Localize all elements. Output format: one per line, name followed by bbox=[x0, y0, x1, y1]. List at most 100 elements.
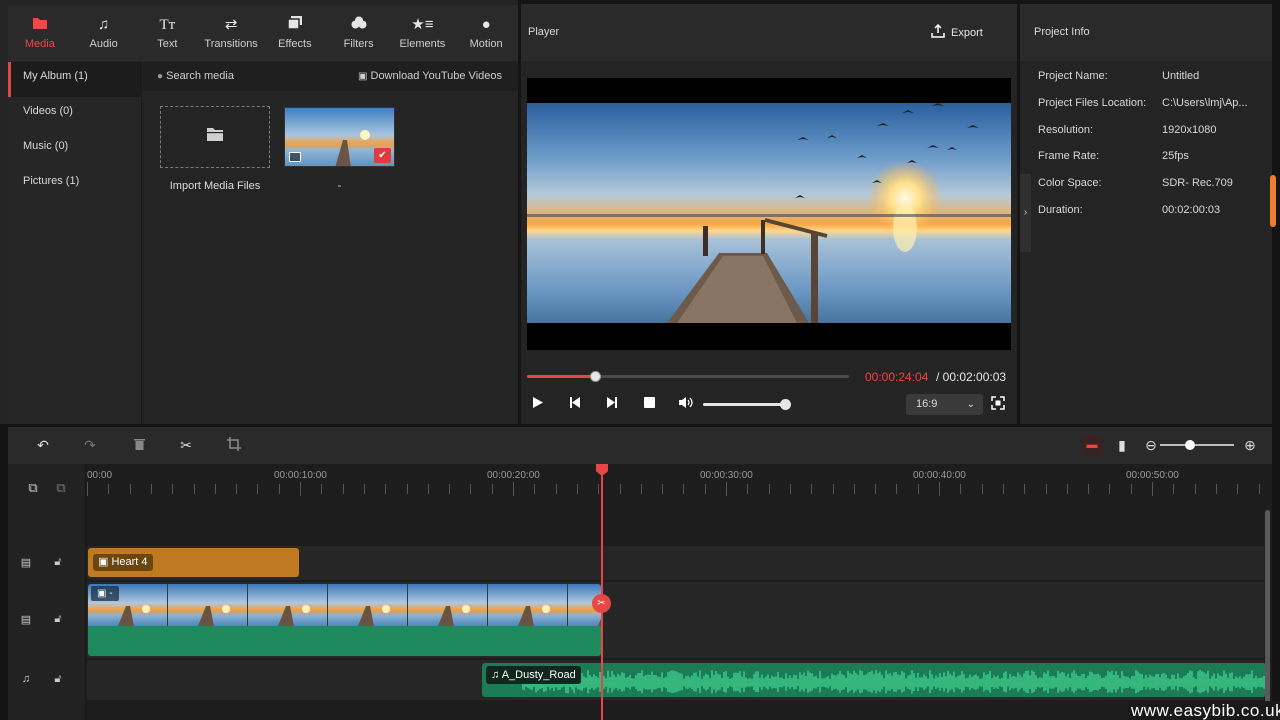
media-thumbnail[interactable]: ✔ bbox=[284, 107, 395, 167]
ruler-tick bbox=[491, 484, 493, 494]
player-title: Player bbox=[528, 26, 560, 38]
fullscreen-button[interactable] bbox=[991, 396, 1009, 414]
ruler-tick bbox=[704, 484, 706, 494]
undo-button[interactable]: ↶ bbox=[34, 437, 52, 455]
playhead[interactable] bbox=[601, 464, 603, 720]
ruler-tick bbox=[406, 484, 408, 494]
play-button[interactable] bbox=[528, 396, 548, 414]
volume-button[interactable] bbox=[676, 396, 696, 414]
aspect-ratio-select[interactable]: 16:9 ⌄ bbox=[906, 394, 983, 415]
lock-track-button[interactable]: 🔓︎ bbox=[50, 673, 66, 687]
ruler-tick bbox=[896, 484, 898, 494]
redo-button[interactable]: ↷ bbox=[81, 437, 99, 455]
tab-motion[interactable]: ● Motion bbox=[454, 5, 518, 61]
export-button[interactable]: Export bbox=[931, 23, 983, 41]
film-icon: ▤ bbox=[20, 557, 32, 569]
app-window: Media ♫ Audio Tт Text ⇄ Transitions Effe… bbox=[0, 0, 1280, 720]
ruler-tick bbox=[236, 484, 238, 494]
add-track-icon: ⧉ bbox=[28, 480, 38, 495]
lock-track-button[interactable]: 🔓︎ bbox=[50, 613, 66, 627]
ruler-label: 00:00:50:00 bbox=[1126, 470, 1179, 481]
info-value-duration: 00:02:00:03 bbox=[1162, 204, 1221, 216]
video-preview[interactable] bbox=[527, 78, 1011, 350]
timeline-scrollbar[interactable] bbox=[1265, 510, 1270, 706]
ruler-tick bbox=[1088, 484, 1090, 494]
tab-media[interactable]: Media bbox=[8, 5, 72, 61]
add-track-button[interactable]: ⧉ bbox=[25, 480, 41, 495]
tab-audio[interactable]: ♫ Audio bbox=[72, 5, 136, 61]
timeline-toolbar: ↶ ↷ ✂ ▬ ▮ ⊖ ⊕ bbox=[8, 427, 1272, 464]
previous-frame-button[interactable] bbox=[565, 396, 585, 414]
ruler-tick bbox=[1237, 484, 1239, 494]
import-media-button[interactable] bbox=[160, 106, 270, 168]
elements-icon: ★≡ bbox=[411, 16, 434, 33]
ruler-tick bbox=[683, 484, 685, 494]
ruler-tick bbox=[1130, 484, 1132, 494]
image-icon: ▣ bbox=[97, 588, 107, 599]
tab-text[interactable]: Tт Text bbox=[136, 5, 200, 61]
ruler-tick bbox=[832, 484, 834, 494]
remove-track-button[interactable]: ⧉ bbox=[53, 480, 69, 495]
zoom-out-button[interactable]: ⊖ bbox=[1142, 437, 1160, 455]
export-icon bbox=[931, 23, 945, 41]
folder-icon bbox=[32, 16, 48, 34]
crop-button[interactable] bbox=[225, 437, 243, 455]
ruler-tick bbox=[342, 484, 344, 494]
tab-elements[interactable]: ★≡ Elements bbox=[391, 5, 455, 61]
ruler-tick bbox=[385, 484, 387, 494]
video-clip-thumbnails bbox=[88, 584, 601, 626]
ruler-tick bbox=[1066, 484, 1068, 494]
info-value-resolution: 1920x1080 bbox=[1162, 124, 1217, 136]
snap-toggle[interactable]: ▬ bbox=[1082, 435, 1102, 455]
zoom-in-button[interactable]: ⊕ bbox=[1241, 437, 1259, 455]
fullscreen-icon bbox=[991, 396, 1005, 410]
playback-progress-knob[interactable] bbox=[589, 371, 601, 382]
video-clip[interactable]: ▣ - bbox=[88, 584, 601, 656]
tab-effects[interactable]: Effects bbox=[263, 5, 327, 61]
ruler-tick bbox=[87, 482, 88, 496]
lock-track-button[interactable]: 🔓︎ bbox=[50, 556, 66, 570]
timeline-ruler[interactable]: 00:00 00:00:10:00 00:00:20:00 00:00:30:00 00… bbox=[87, 464, 1264, 510]
audio-mixer-button[interactable]: ▮ bbox=[1113, 437, 1131, 455]
overlay-clip-heart[interactable]: ▣ Heart 4 bbox=[88, 548, 299, 577]
collapse-panel-button[interactable]: › bbox=[1020, 174, 1031, 252]
ruler-tick bbox=[619, 484, 621, 494]
volume-slider[interactable] bbox=[703, 403, 787, 406]
overlay-clip-label: ▣ Heart 4 bbox=[93, 554, 153, 571]
album-item-pictures[interactable]: Pictures (1) bbox=[8, 167, 141, 202]
ruler-tick bbox=[1024, 484, 1026, 494]
split-clip-button[interactable]: ✂ bbox=[592, 594, 611, 613]
cut-button[interactable]: ✂ bbox=[177, 437, 195, 455]
ruler-tick bbox=[662, 484, 664, 494]
audio-clip[interactable]: ♫ A_Dusty_Road bbox=[482, 663, 1266, 697]
media-search-bar: ● Search media ▣ Download YouTube Videos bbox=[143, 62, 518, 91]
playback-progress-bar[interactable] bbox=[527, 371, 849, 382]
redo-icon: ↷ bbox=[84, 437, 96, 453]
tab-filters[interactable]: Filters bbox=[327, 5, 391, 61]
skip-forward-icon bbox=[607, 397, 617, 408]
ruler-tick bbox=[853, 484, 855, 494]
video-clip-audio bbox=[88, 626, 601, 656]
ruler-label: 00:00:10:00 bbox=[274, 470, 327, 481]
timeline-zoom-slider[interactable] bbox=[1160, 444, 1234, 446]
info-scrollbar[interactable] bbox=[1270, 175, 1276, 227]
undo-icon: ↶ bbox=[37, 437, 49, 453]
download-youtube-button[interactable]: ▣ Download YouTube Videos bbox=[358, 70, 502, 82]
album-item-videos[interactable]: Videos (0) bbox=[8, 97, 141, 132]
tab-transitions[interactable]: ⇄ Transitions bbox=[199, 5, 263, 61]
search-media-button[interactable]: ● Search media bbox=[157, 70, 234, 82]
album-item-music[interactable]: Music (0) bbox=[8, 132, 141, 167]
ruler-tick bbox=[747, 484, 749, 494]
stop-button[interactable] bbox=[639, 396, 659, 414]
volume-slider-knob[interactable] bbox=[780, 399, 791, 410]
info-value-location: C:\Users\lmj\Ap... bbox=[1162, 97, 1248, 109]
video-clip-filmstrip bbox=[88, 584, 601, 626]
timeline-zoom-knob[interactable] bbox=[1184, 440, 1195, 450]
speaker-icon bbox=[679, 397, 693, 408]
next-frame-button[interactable] bbox=[602, 396, 622, 414]
album-item-my-album[interactable]: My Album (1) bbox=[8, 62, 141, 97]
waveform-path bbox=[522, 670, 1265, 694]
delete-button[interactable] bbox=[130, 437, 148, 455]
ruler-tick bbox=[640, 484, 642, 494]
ruler-tick bbox=[1173, 484, 1175, 494]
